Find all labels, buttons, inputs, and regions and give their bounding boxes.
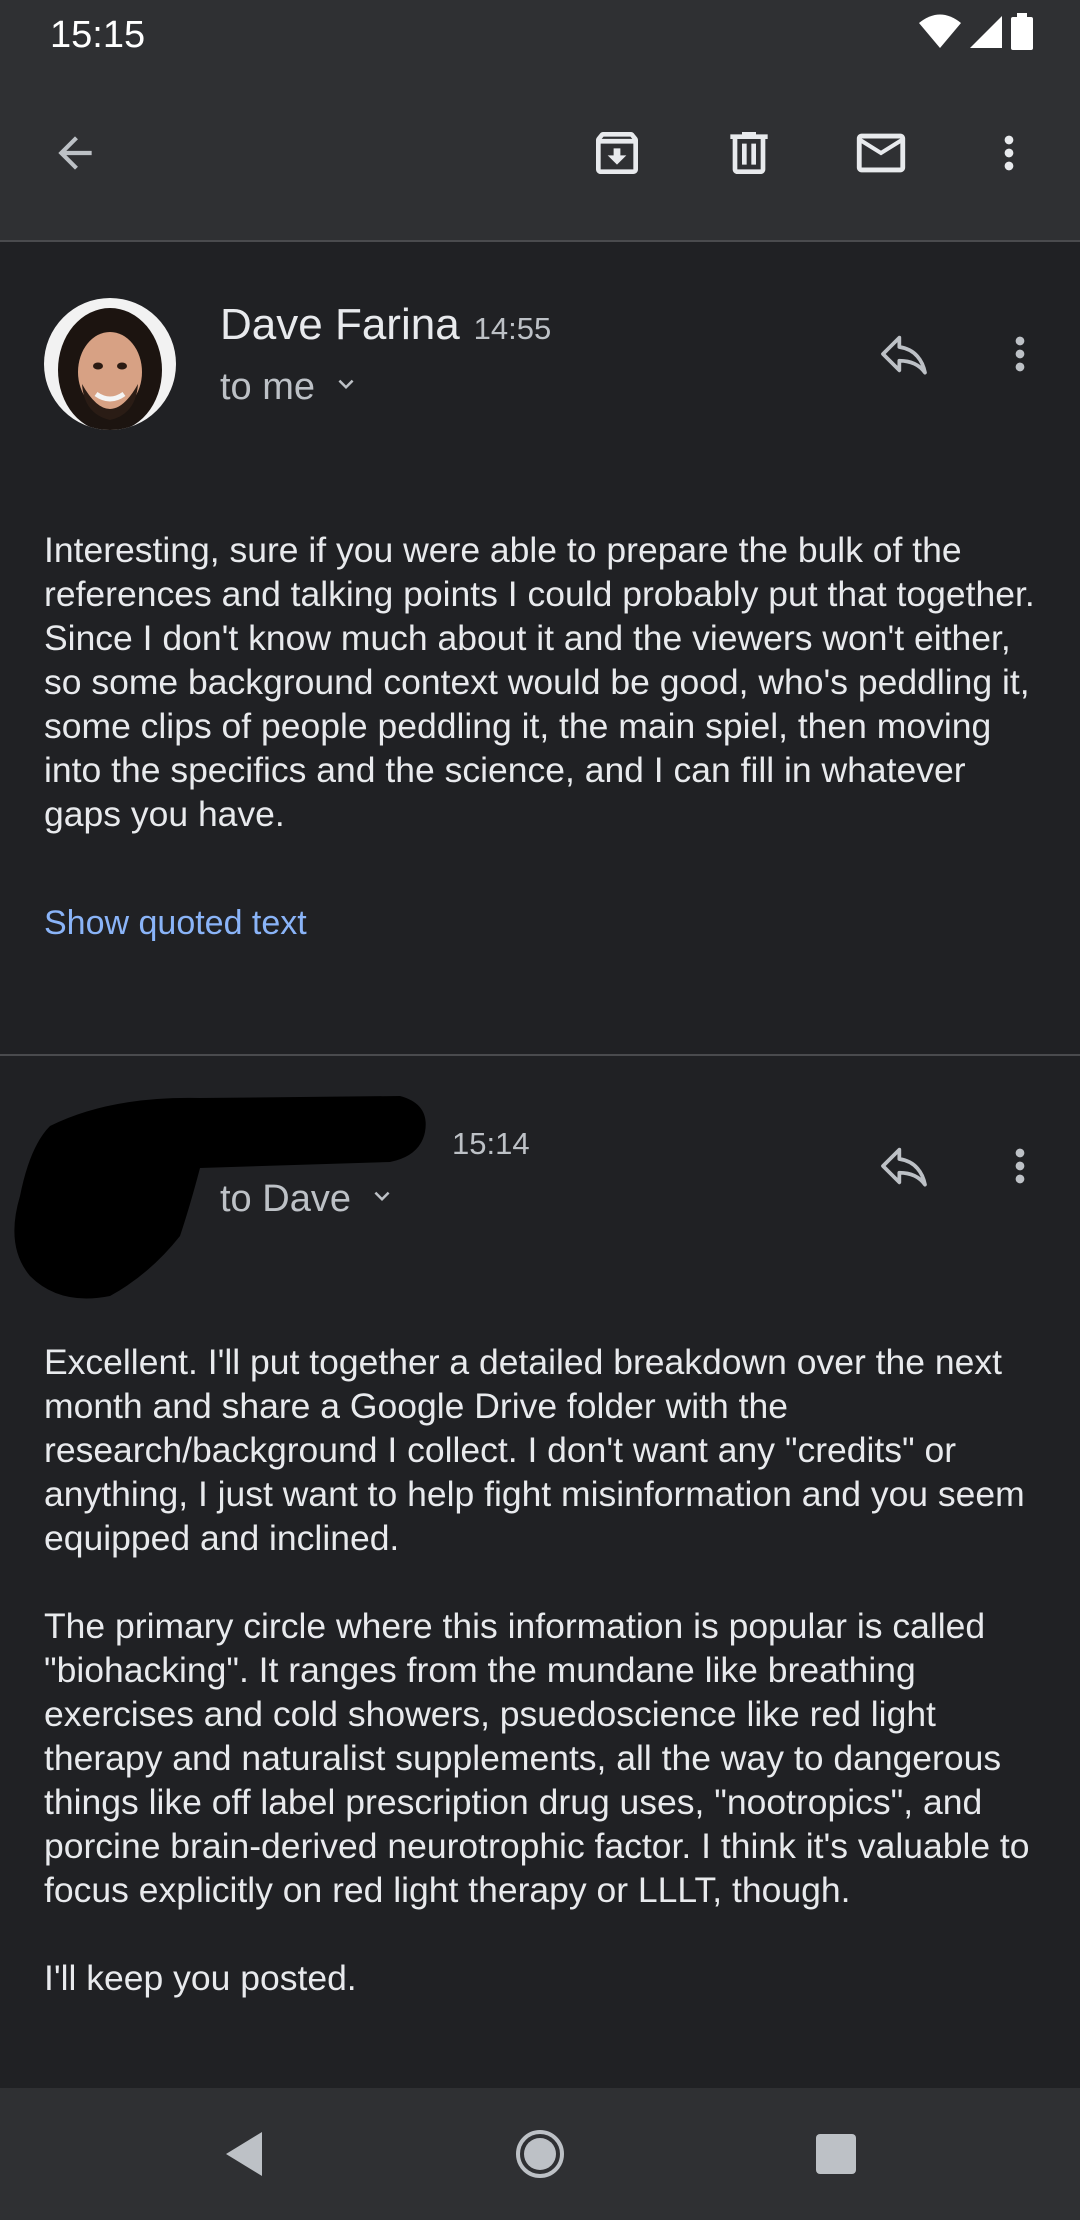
status-icons: [918, 12, 1034, 56]
message-paragraph: I'll keep you posted.: [44, 1958, 357, 1998]
message-item: 15:14 to Dave Excellent. I'll put togeth…: [0, 1056, 1080, 2088]
battery-icon: [1010, 12, 1034, 56]
cell-signal-icon: [968, 14, 1004, 55]
message-paragraph: Interesting, sure if you were able to pr…: [44, 530, 1035, 834]
back-arrow-icon[interactable]: [40, 118, 110, 188]
app-top-bar: 15:15: [0, 0, 1080, 242]
avatar[interactable]: [44, 298, 176, 430]
message-paragraph: Excellent. I'll put together a detailed …: [44, 1342, 1025, 1558]
message-time: 14:55: [473, 311, 552, 346]
recipient-label: to Dave: [220, 1178, 351, 1220]
chevron-down-icon: [367, 1178, 397, 1221]
message-time: 15:14: [452, 1126, 530, 1161]
reply-icon[interactable]: [872, 1134, 936, 1198]
status-time: 15:15: [50, 14, 146, 56]
recipient-details-toggle[interactable]: to Dave: [220, 1178, 397, 1221]
message-paragraph: The primary circle where this informatio…: [44, 1606, 1030, 1910]
sender-name: Dave Farina: [220, 300, 460, 349]
recents-square-icon[interactable]: [800, 2118, 872, 2190]
mark-unread-icon[interactable]: [846, 118, 916, 188]
message-body: Excellent. I'll put together a detailed …: [44, 1340, 1044, 2000]
reply-icon[interactable]: [872, 322, 936, 386]
delete-icon[interactable]: [714, 118, 784, 188]
home-circle-icon[interactable]: [504, 2118, 576, 2190]
message-more-icon[interactable]: [988, 1134, 1052, 1198]
more-vert-icon[interactable]: [974, 118, 1044, 188]
recipient-details-toggle[interactable]: to me: [220, 366, 361, 409]
sender-line: Dave Farina 14:55: [220, 300, 551, 350]
sender-line: 15:14: [220, 1126, 530, 1162]
back-triangle-icon[interactable]: [208, 2118, 280, 2190]
recipient-label: to me: [220, 366, 316, 408]
message-more-icon[interactable]: [988, 322, 1052, 386]
message-body: Interesting, sure if you were able to pr…: [44, 528, 1044, 836]
message-item: Dave Farina 14:55 to me Interesting, sur…: [0, 244, 1080, 1054]
show-quoted-text-link[interactable]: Show quoted text: [44, 904, 307, 943]
archive-icon[interactable]: [582, 118, 652, 188]
wifi-icon: [918, 14, 962, 55]
system-nav-bar: [0, 2088, 1080, 2220]
chevron-down-icon: [331, 366, 361, 409]
